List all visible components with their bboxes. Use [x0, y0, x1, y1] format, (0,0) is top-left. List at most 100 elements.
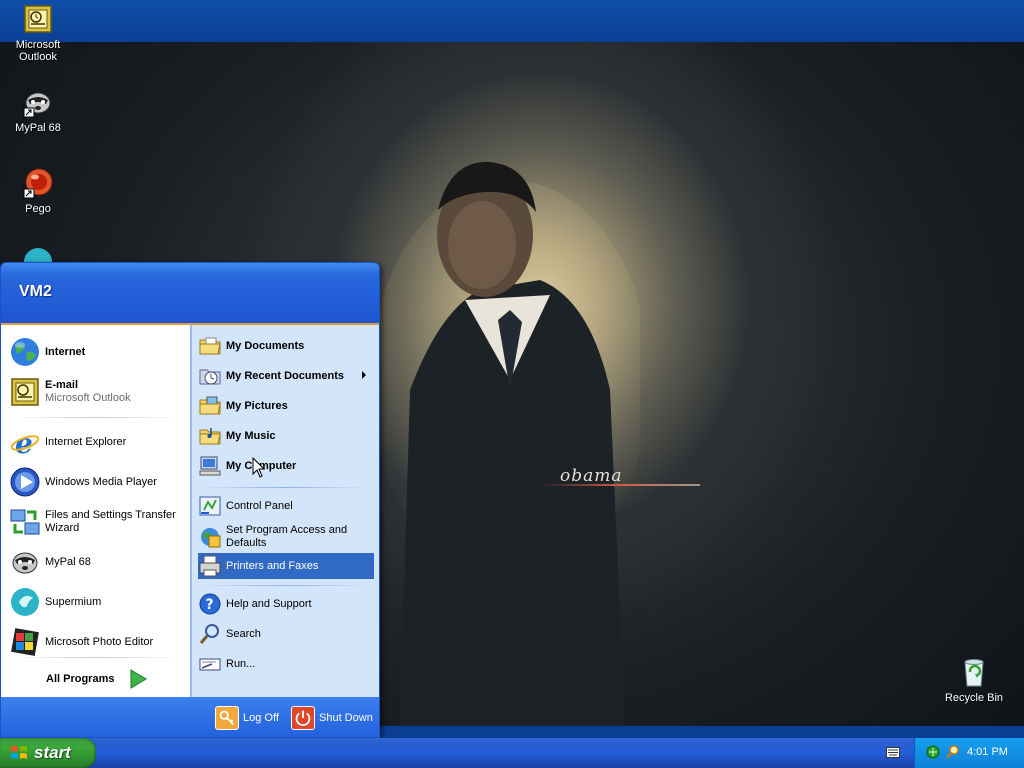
wallpaper-caption: obama [560, 466, 623, 486]
settings-title: Printers and Faxes [226, 559, 319, 572]
desktop-icon-recycle-bin[interactable]: Recycle Bin [936, 656, 1012, 704]
recent-title: Microsoft Photo Editor [45, 635, 154, 648]
start-label: start [34, 743, 71, 762]
computer-icon [199, 456, 221, 476]
mouse-cursor-icon [252, 457, 266, 478]
left-separator [11, 417, 181, 418]
recent-windows-media-player[interactable]: Windows Media Player [9, 464, 185, 500]
tool-help-support[interactable]: ? Help and Support [198, 591, 374, 617]
media-player-icon [10, 467, 40, 497]
green-arrow-icon [130, 669, 147, 689]
wallpaper-figure [380, 161, 640, 726]
run-icon [199, 658, 221, 671]
place-my-documents[interactable]: My Documents [198, 333, 374, 359]
mypal-icon [23, 92, 51, 118]
recent-files-settings-transfer[interactable]: Files and Settings Transfer Wizard [9, 504, 185, 540]
right-separator [200, 585, 370, 586]
tool-run[interactable]: Run... [198, 651, 374, 677]
program-access-icon [201, 528, 221, 548]
pinned-title: E-mail [45, 379, 79, 391]
folder-documents-icon [199, 337, 221, 355]
taskbar: start 4:01 PM [0, 738, 1024, 768]
settings-program-access[interactable]: Set Program Access and Defaults [198, 521, 374, 553]
recent-title: Supermium [45, 595, 102, 608]
tool-search[interactable]: Search [198, 621, 374, 647]
desktop-icon-pego[interactable]: Pego [0, 167, 76, 215]
system-tray: 4:01 PM [914, 738, 1024, 768]
place-my-music[interactable]: My Music [198, 423, 374, 449]
shut-down-label: Shut Down [319, 712, 373, 724]
desktop-icon-outlook[interactable]: Microsoft Outlook [0, 3, 76, 63]
windows-flag-icon [11, 746, 27, 759]
internet-explorer-icon: e [10, 427, 40, 458]
key-icon [215, 706, 239, 730]
folder-pictures-icon [199, 396, 221, 415]
pego-icon [23, 168, 53, 199]
place-title: My Music [226, 429, 276, 442]
settings-title: Set Program Access and Defaults [226, 524, 348, 549]
recent-supermium[interactable]: Supermium [9, 584, 185, 620]
recent-photo-editor[interactable]: Microsoft Photo Editor [9, 624, 185, 660]
place-my-computer[interactable]: My Computer [198, 453, 374, 479]
place-my-recent-documents[interactable]: My Recent Documents [198, 363, 374, 389]
all-programs-button[interactable]: All Programs [1, 661, 191, 697]
folder-music-icon [199, 428, 221, 445]
svg-text:e: e [15, 427, 33, 458]
printer-icon [199, 555, 221, 577]
place-title: My Recent Documents [226, 369, 344, 382]
supermium-icon [11, 588, 39, 616]
network-icon[interactable] [925, 744, 941, 760]
desktop-icon-label: Recycle Bin [944, 692, 1004, 704]
log-off-button[interactable]: Log Off [215, 706, 279, 730]
recent-title: Files and Settings Transfer Wizard [45, 509, 176, 534]
settings-printers-faxes[interactable]: Printers and Faxes [198, 553, 374, 579]
pinned-subtitle: Microsoft Outlook [45, 392, 131, 404]
start-menu-right-pane: My Documents My Recent Documents My Pict… [191, 325, 379, 697]
submenu-arrow-icon [362, 371, 366, 379]
recent-title: Windows Media Player [45, 475, 157, 488]
desktop-icon-label: Pego [25, 203, 51, 215]
recycle-bin-icon [964, 659, 984, 687]
all-programs-label: All Programs [46, 673, 115, 685]
settings-title: Control Panel [226, 499, 293, 512]
search-tray-icon[interactable] [945, 744, 961, 760]
keyboard-icon[interactable] [886, 747, 900, 758]
clock[interactable]: 4:01 PM [967, 746, 1008, 758]
start-menu-left-pane: Internet E-mail Microsoft Outlook e Inte… [1, 325, 191, 697]
wallpaper-caption-line [540, 484, 700, 486]
internet-globe-icon [11, 338, 39, 366]
shut-down-button[interactable]: Shut Down [291, 706, 373, 730]
outlook-icon [11, 378, 39, 406]
user-name: VM2 [19, 283, 52, 300]
power-icon [291, 706, 315, 730]
start-menu-header: VM2 [1, 263, 379, 325]
desktop-icon-label: MyPal 68 [15, 122, 61, 134]
tool-title: Help and Support [226, 597, 312, 610]
recent-title: Internet Explorer [45, 435, 127, 448]
place-my-pictures[interactable]: My Pictures [198, 393, 374, 419]
settings-control-panel[interactable]: Control Panel [198, 493, 374, 519]
left-separator [11, 657, 181, 658]
recent-internet-explorer[interactable]: e Internet Explorer [9, 424, 185, 460]
recent-title: MyPal 68 [45, 555, 91, 568]
start-button[interactable]: start [0, 738, 96, 768]
place-title: My Documents [226, 339, 305, 352]
desktop-icon-mypal[interactable]: MyPal 68 [0, 86, 76, 134]
help-icon: ? [199, 593, 221, 615]
recent-documents-icon [199, 369, 221, 385]
pinned-email[interactable]: E-mail Microsoft Outlook [9, 375, 185, 409]
pinned-internet[interactable]: Internet [9, 335, 185, 369]
desktop-icon-label: Microsoft Outlook [15, 39, 61, 63]
search-icon [199, 624, 219, 644]
start-menu: VM2 Internet E-mail Microsoft Outlook e … [0, 262, 380, 738]
tool-title: Run... [226, 657, 256, 670]
control-panel-icon [199, 496, 221, 516]
tool-title: Search [226, 627, 261, 640]
mypal-icon [12, 552, 38, 574]
photo-editor-icon [11, 628, 39, 656]
place-title: My Pictures [226, 399, 288, 412]
outlook-icon [24, 5, 52, 33]
recent-mypal[interactable]: MyPal 68 [9, 544, 185, 580]
svg-text:?: ? [206, 597, 214, 613]
pinned-title: Internet [45, 345, 86, 358]
